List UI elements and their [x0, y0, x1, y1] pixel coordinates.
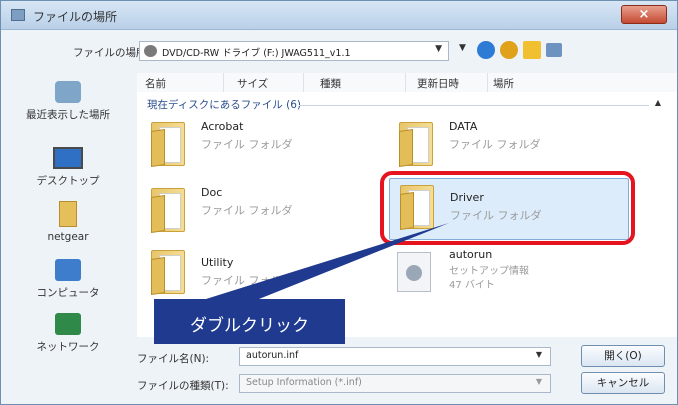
chevron-down-icon[interactable]: ▼ — [536, 350, 542, 359]
filetype-label: ファイルの種類(T): — [137, 380, 229, 392]
callout-pointer — [206, 223, 449, 299]
chevron-down-icon[interactable]: ▼ — [536, 377, 542, 386]
filename-input[interactable]: autorun.inf ▼ — [239, 347, 551, 366]
filetype-select[interactable]: Setup Information (*.inf) ▼ — [239, 374, 551, 393]
file-open-dialog: ファイルの場所 × ファイルの場所(I): DVD/CD-RW ドライブ (F:… — [0, 0, 678, 405]
double-click-callout: ダブルクリック — [154, 299, 345, 344]
cancel-button[interactable]: キャンセル — [581, 372, 665, 394]
open-button[interactable]: 開く(O) — [581, 345, 665, 367]
filename-label: ファイル名(N): — [137, 353, 210, 365]
callout-text: ダブルクリック — [190, 316, 309, 336]
